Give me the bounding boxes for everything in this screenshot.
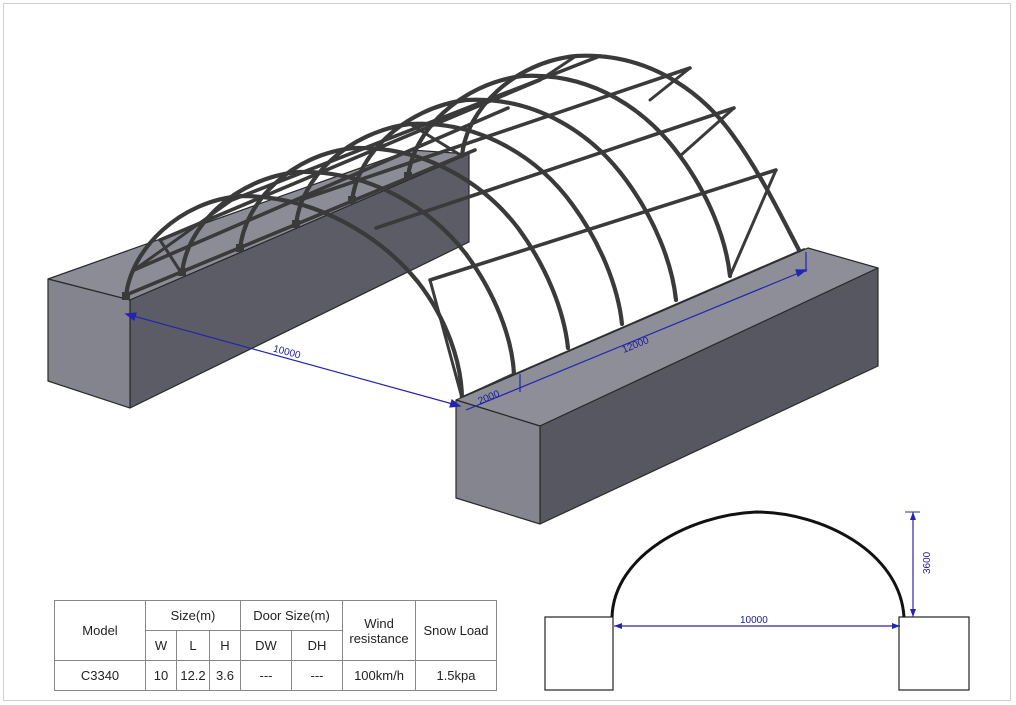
left-container-end [47, 278, 131, 409]
base-plate-2 [178, 268, 186, 276]
section-arch [610, 510, 906, 618]
section-width-arrow-l [614, 623, 622, 629]
cell-model: C3340 [54, 660, 146, 691]
section-left-box [544, 616, 614, 691]
th-snow: Snow Load [415, 600, 497, 661]
spec-table: Model Size(m) Door Size(m) Wind resistan… [54, 600, 497, 691]
th-w: W [145, 630, 177, 661]
section-height-arrow-b [910, 609, 916, 617]
base-plate-4 [292, 220, 300, 228]
th-size: Size(m) [145, 600, 241, 631]
th-door-size: Door Size(m) [240, 600, 343, 631]
cell-dh: --- [291, 660, 343, 691]
cell-wind: 100km/h [342, 660, 416, 691]
th-dw: DW [240, 630, 292, 661]
brace-9 [428, 278, 464, 400]
table-row: C3340 10 12.2 3.6 --- --- 100km/h 1.5kpa [54, 660, 497, 691]
th-h: H [209, 630, 241, 661]
base-plate-3 [236, 244, 244, 252]
th-wind: Wind resistance [342, 600, 416, 661]
cell-h: 3.6 [209, 660, 241, 691]
brace-7 [728, 168, 778, 278]
purlin-front-low [428, 168, 778, 282]
section-view [544, 510, 970, 691]
cell-l: 12.2 [176, 660, 210, 691]
th-dh: DH [291, 630, 343, 661]
cell-snow: 1.5kpa [415, 660, 497, 691]
section-height-label: 3600 [922, 551, 933, 574]
th-l: L [176, 630, 210, 661]
section-height-arrow-t [910, 512, 916, 520]
section-width-label: 10000 [740, 615, 768, 626]
cell-w: 10 [145, 660, 177, 691]
section-right-box [898, 616, 970, 691]
base-plate-1 [122, 292, 130, 300]
cell-dw: --- [240, 660, 292, 691]
th-model: Model [54, 600, 146, 661]
base-plate-5 [348, 196, 356, 204]
base-plate-6 [404, 172, 412, 180]
right-container [455, 247, 879, 525]
